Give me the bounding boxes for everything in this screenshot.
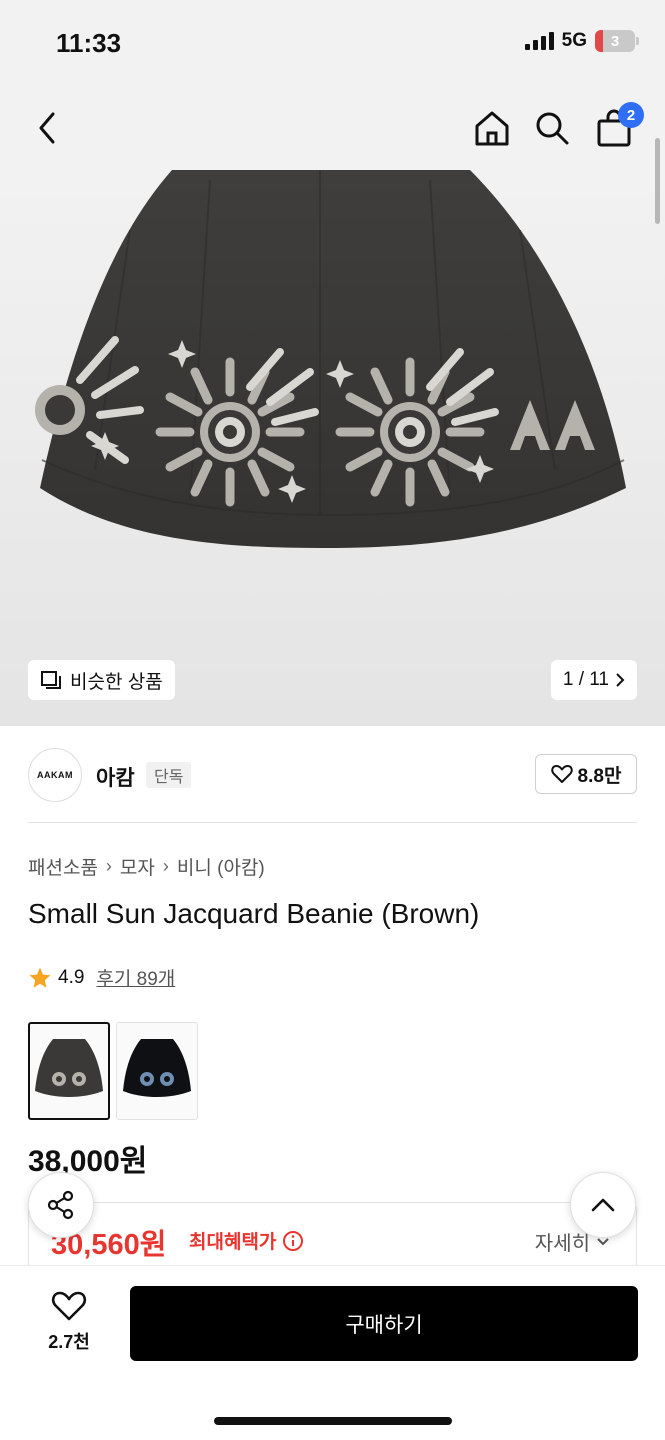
original-price: 38,000원: [28, 1145, 148, 1178]
product-image: [35, 170, 626, 548]
similar-icon: [41, 671, 61, 689]
breadcrumb: 패션소품 › 모자 › 비니 (아캄): [28, 853, 265, 880]
buy-button[interactable]: 구매하기: [130, 1286, 638, 1361]
share-icon: [47, 1190, 74, 1220]
product-title: Small Sun Jacquard Beanie (Brown): [28, 898, 480, 929]
exclusive-tag: 단독: [146, 762, 192, 788]
color-options: [28, 1022, 198, 1120]
reviews-link[interactable]: 후기 89개: [96, 964, 175, 991]
max-benefit-text: 최대혜택가: [189, 1232, 277, 1253]
search-button[interactable]: [530, 106, 574, 150]
rating-row: 4.9 후기 89개: [28, 964, 175, 991]
home-icon: [475, 111, 509, 146]
brand-name[interactable]: 아캄: [96, 762, 135, 792]
similar-products-button[interactable]: 비슷한 상품: [28, 660, 175, 700]
brand-like-button[interactable]: 8.8만: [535, 754, 637, 794]
wishlist-count: 2.7천: [48, 1332, 90, 1352]
divider: [28, 822, 637, 823]
beanie-thumbnail: [35, 1039, 103, 1097]
heart-icon: [550, 765, 573, 783]
chevron-down-icon: [597, 1237, 609, 1245]
back-button[interactable]: [26, 106, 70, 150]
top-navigation: 2: [0, 88, 665, 170]
search-icon: [536, 112, 569, 145]
max-benefit-label: 최대혜택가: [189, 1227, 304, 1254]
cart-badge: 2: [618, 102, 644, 128]
product-gallery[interactable]: 비슷한 상품 1 / 11: [0, 170, 665, 726]
similar-products-label: 비슷한 상품: [70, 671, 163, 693]
status-bar: 11:33 5G 3: [0, 0, 665, 88]
signal-icon: [524, 32, 554, 50]
chevron-right-icon: ›: [105, 856, 112, 876]
brand-row: AAKAM 아캄 단독 8.8만: [28, 746, 637, 802]
brand-like-count: 8.8만: [577, 765, 622, 787]
cart-button[interactable]: 2: [592, 102, 644, 150]
breadcrumb-item[interactable]: 패션소품: [28, 853, 98, 880]
arrow-up-icon: [591, 1198, 615, 1212]
color-option-brown[interactable]: [28, 1022, 110, 1120]
star-icon: [29, 967, 51, 988]
scroll-to-top-button[interactable]: [570, 1172, 636, 1238]
beanie-thumbnail: [123, 1039, 191, 1097]
battery-icon: 3: [595, 30, 639, 52]
info-icon[interactable]: [282, 1230, 304, 1252]
battery-level: 3: [610, 32, 620, 50]
wishlist-button[interactable]: 2.7천: [34, 1290, 104, 1354]
pager-text: 1 / 11: [562, 669, 609, 690]
bottom-action-bar: 2.7천 구매하기: [0, 1266, 665, 1440]
home-button[interactable]: [470, 106, 514, 150]
scroll-indicator: [655, 138, 660, 224]
image-pager[interactable]: 1 / 11: [550, 660, 637, 700]
status-time: 11:33: [56, 28, 122, 58]
home-indicator: [214, 1417, 452, 1425]
status-indicators: 5G 3: [524, 30, 639, 52]
network-type: 5G: [561, 30, 587, 51]
share-button[interactable]: [28, 1172, 94, 1238]
chevron-right-icon: ›: [162, 856, 169, 876]
back-icon: [39, 112, 55, 144]
details-label: 자세히: [534, 1233, 590, 1255]
rating-value: 4.9: [58, 966, 85, 988]
breadcrumb-item[interactable]: 모자: [120, 853, 155, 880]
heart-icon: [51, 1291, 87, 1321]
breadcrumb-item[interactable]: 비니 (아캄): [177, 853, 265, 880]
brand-logo[interactable]: AAKAM: [28, 748, 82, 802]
color-option-black[interactable]: [116, 1022, 198, 1120]
chevron-right-icon: [616, 673, 625, 687]
